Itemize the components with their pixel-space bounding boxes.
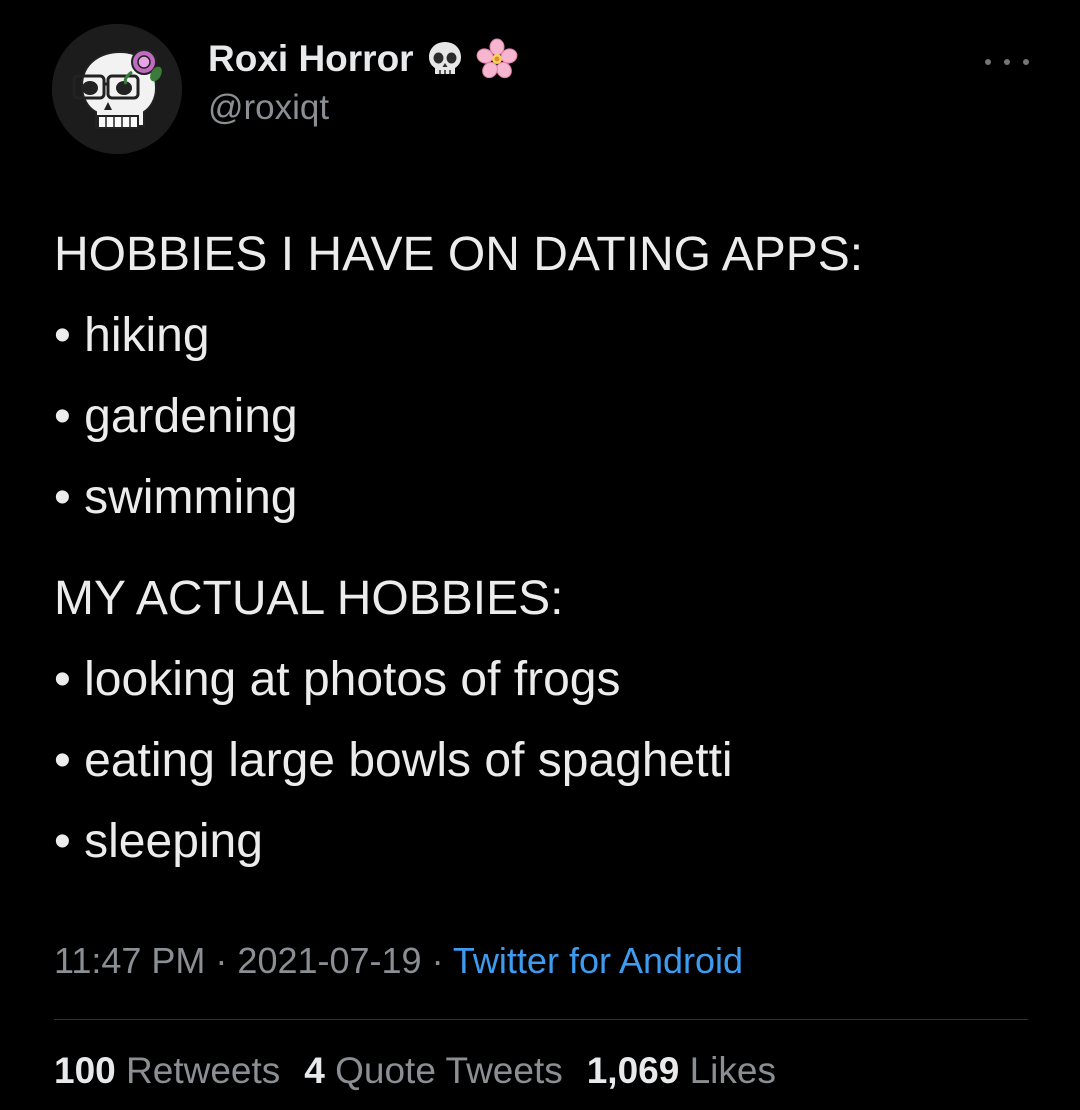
tweet-line: • hiking <box>54 309 210 362</box>
tweet-line: • gardening <box>54 390 298 443</box>
dot <box>1023 59 1029 65</box>
tweet-date[interactable]: 2021-07-19 <box>237 940 421 981</box>
tweet-line: • swimming <box>54 471 298 524</box>
quote-tweets-label: Quote Tweets <box>335 1050 563 1091</box>
dot <box>1004 59 1010 65</box>
likes-stat[interactable]: 1,069 Likes <box>587 1050 776 1092</box>
retweets-stat[interactable]: 100 Retweets <box>54 1050 280 1092</box>
tweet-line: HOBBIES I HAVE ON DATING APPS: <box>54 228 864 281</box>
meta-separator: · <box>421 940 453 981</box>
tweet-source-link[interactable]: Twitter for Android <box>453 940 743 981</box>
author-name-row[interactable]: Roxi Horror <box>208 38 518 80</box>
meta-separator: · <box>205 940 238 981</box>
quote-tweets-count: 4 <box>304 1050 325 1091</box>
quote-tweets-stat[interactable]: 4 Quote Tweets <box>304 1050 562 1092</box>
skull-avatar-image <box>52 24 182 154</box>
tweet-line: • eating large bowls of spaghetti <box>54 734 733 787</box>
avatar[interactable] <box>52 24 182 154</box>
likes-label: Likes <box>689 1050 776 1091</box>
tweet-time[interactable]: 11:47 PM <box>54 940 205 981</box>
divider <box>54 1019 1028 1020</box>
tweet-text: HOBBIES I HAVE ON DATING APPS: • hiking … <box>54 214 1044 882</box>
likes-count: 1,069 <box>586 1050 680 1091</box>
author-handle[interactable]: @roxiqt <box>208 88 329 128</box>
more-options-icon[interactable] <box>985 52 1029 72</box>
author-display-name[interactable]: Roxi Horror <box>208 38 414 80</box>
tweet-meta: 11:47 PM · 2021-07-19 · Twitter for Andr… <box>54 940 743 982</box>
dot <box>985 59 991 65</box>
tweet-line: MY ACTUAL HOBBIES: <box>54 572 564 625</box>
tweet-line: • sleeping <box>54 815 263 868</box>
tweet-line: • looking at photos of frogs <box>54 653 621 706</box>
skull-emoji-icon <box>428 42 461 74</box>
retweets-count: 100 <box>54 1050 116 1091</box>
retweets-label: Retweets <box>126 1050 281 1091</box>
cherry-blossom-emoji-icon <box>476 38 517 79</box>
tweet-stats: 100 Retweets 4 Quote Tweets 1,069 Likes <box>54 1050 776 1092</box>
